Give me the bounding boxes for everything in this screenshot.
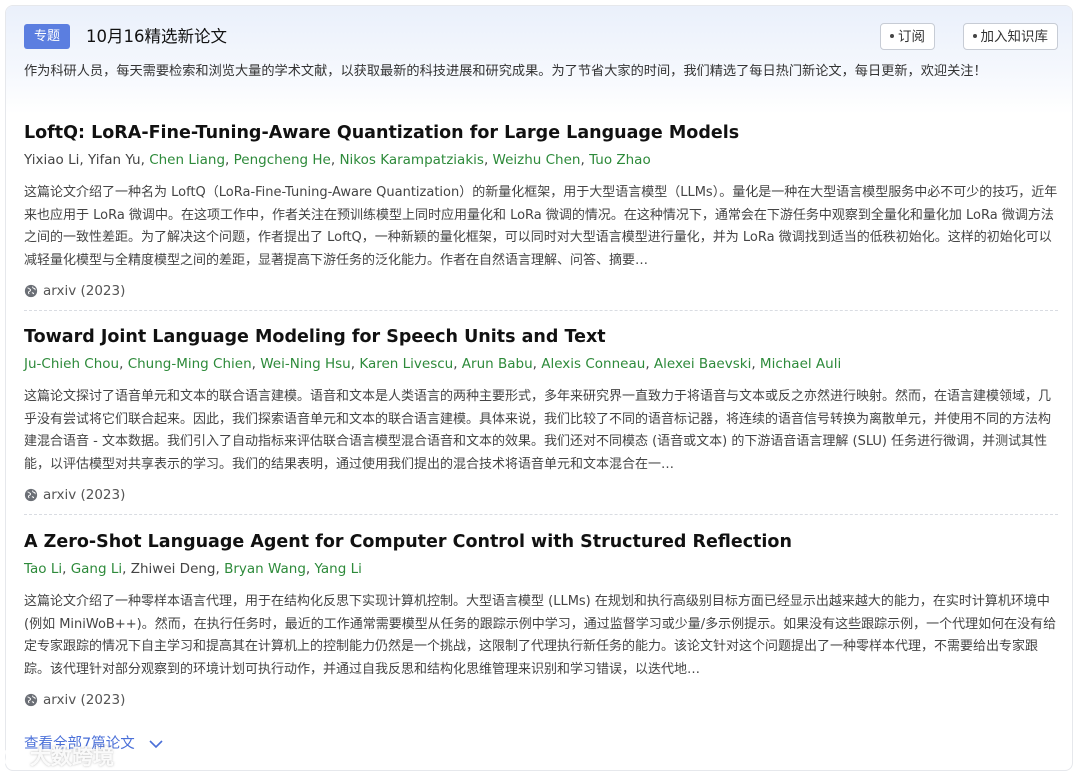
author-separator: ,: [305, 561, 315, 577]
divider: [24, 514, 1058, 515]
card-title: 10月16精选新论文: [86, 27, 227, 46]
globe-icon: [24, 488, 38, 502]
author-list: Yixiao Li, Yifan Yu, Chen Liang, Pengche…: [24, 150, 1058, 170]
author-name[interactable]: Tao Li: [24, 561, 62, 577]
author-name[interactable]: Weizhu Chen: [493, 152, 581, 168]
globe-icon: [24, 693, 38, 707]
paper-item: LoftQ: LoRA-Fine-Tuning-Aware Quantizati…: [24, 121, 1058, 301]
author-name[interactable]: Michael Auli: [760, 356, 841, 372]
intro-text: 作为科研人员，每天需要检索和浏览大量的学术文献，以获取最新的科技进展和研究成果。…: [24, 64, 987, 79]
author-name[interactable]: Bryan Wang: [224, 561, 306, 577]
author-name[interactable]: Chung-Ming Chien: [128, 356, 252, 372]
author-name[interactable]: Alexei Baevski: [654, 356, 751, 372]
paper-item: A Zero-Shot Language Agent for Computer …: [24, 530, 1058, 710]
author-name: Yixiao Li: [24, 152, 80, 168]
watermark-text: 大数跨境: [30, 745, 114, 769]
paper-item: Toward Joint Language Modeling for Speec…: [24, 325, 1058, 505]
source-label: arxiv (2023): [43, 692, 126, 708]
subscribe-button[interactable]: 订阅: [880, 23, 935, 50]
author-separator: ,: [453, 356, 462, 372]
paper-source: arxiv (2023): [24, 485, 1058, 505]
add-kb-label: 加入知识库: [980, 29, 1049, 44]
author-separator: ,: [122, 561, 131, 577]
author-list: Tao Li, Gang Li, Zhiwei Deng, Bryan Wang…: [24, 559, 1058, 579]
author-separator: ,: [580, 152, 590, 168]
bullet-icon: [972, 34, 977, 39]
author-separator: ,: [62, 561, 71, 577]
paper-abstract: 这篇论文探讨了语音单元和文本的联合语言建模。语音和文本是人类语言的两种主要形式，…: [24, 389, 1052, 472]
globe-icon: [24, 284, 38, 298]
watermark: 大数跨境: [2, 742, 114, 772]
author-name[interactable]: Gang Li: [71, 561, 122, 577]
author-separator: ,: [751, 356, 760, 372]
author-name[interactable]: Ju-Chieh Chou: [24, 356, 119, 372]
author-separator: ,: [645, 356, 654, 372]
paper-abstract: 这篇论文介绍了一种零样本语言代理，用于在结构化反思下实现计算机控制。大型语言模型…: [24, 594, 1057, 677]
paper-title[interactable]: LoftQ: LoRA-Fine-Tuning-Aware Quantizati…: [24, 121, 1058, 145]
author-name: Yifan Yu: [87, 152, 141, 168]
topic-tag: 专题: [24, 24, 70, 49]
author-name[interactable]: Chen Liang: [149, 152, 225, 168]
author-name[interactable]: Karen Livescu: [359, 356, 453, 372]
source-label: arxiv (2023): [43, 283, 126, 299]
author-name[interactable]: Arun Babu: [462, 356, 533, 372]
author-name[interactable]: Alexis Conneau: [541, 356, 645, 372]
author-name[interactable]: Wei-Ning Hsu: [260, 356, 351, 372]
paper-source: arxiv (2023): [24, 690, 1058, 710]
author-separator: ,: [483, 152, 493, 168]
author-name[interactable]: Tuo Zhao: [589, 152, 651, 168]
paper-title[interactable]: A Zero-Shot Language Agent for Computer …: [24, 530, 1058, 554]
author-separator: ,: [119, 356, 128, 372]
author-separator: ,: [251, 356, 261, 372]
paper-source: arxiv (2023): [24, 281, 1058, 301]
chevron-down-icon: [149, 740, 163, 749]
paper-abstract: 这篇论文介绍了一种名为 LoftQ（LoRa-Fine-Tuning-Aware…: [24, 185, 1058, 268]
paper-title[interactable]: Toward Joint Language Modeling for Speec…: [24, 325, 1058, 349]
card-header: 专题 10月16精选新论文 订阅 加入知识库: [24, 22, 1058, 52]
author-separator: ,: [215, 561, 225, 577]
source-label: arxiv (2023): [43, 487, 126, 503]
author-name: Zhiwei Deng: [130, 561, 216, 577]
daily-papers-card: 专题 10月16精选新论文 订阅 加入知识库 作为科研人员，每天需要检索和浏览大…: [5, 5, 1073, 771]
author-separator: ,: [140, 152, 150, 168]
author-separator: ,: [79, 152, 88, 168]
author-name[interactable]: Yang Li: [315, 561, 362, 577]
author-separator: ,: [225, 152, 234, 168]
divider: [24, 310, 1058, 311]
subscribe-label: 订阅: [898, 29, 925, 44]
author-separator: ,: [532, 356, 542, 372]
author-name[interactable]: Nikos Karampatziakis: [339, 152, 483, 168]
bullet-icon: [890, 34, 894, 39]
author-list: Ju-Chieh Chou, Chung-Ming Chien, Wei-Nin…: [24, 354, 1058, 374]
watermark-logo-icon: [2, 746, 24, 768]
add-to-knowledge-base-button[interactable]: 加入知识库: [962, 23, 1058, 50]
author-name[interactable]: Pengcheng He: [234, 152, 331, 168]
